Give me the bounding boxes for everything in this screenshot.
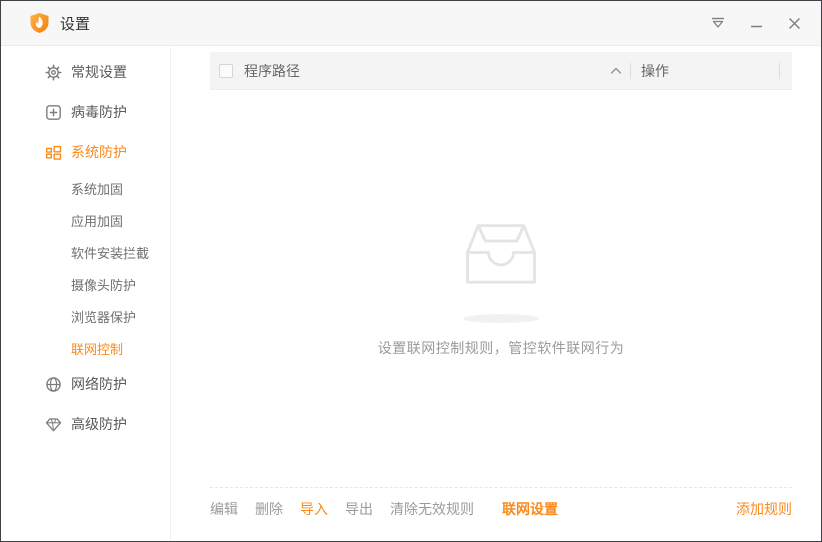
sidebar-item-network-protection[interactable]: 网络防护	[1, 364, 170, 404]
window-title: 设置	[60, 15, 91, 33]
plus-square-icon	[45, 104, 62, 121]
sidebar-item-label: 系统防护	[71, 144, 127, 160]
sidebar-subitem-label: 浏览器保护	[71, 309, 137, 325]
column-header-program-path: 程序路径	[244, 62, 300, 79]
sidebar-subitem-system-hardening[interactable]: 系统加固	[1, 172, 170, 204]
sidebar-item-label: 常规设置	[71, 64, 127, 80]
sidebar-subitem-label: 系统加固	[71, 181, 124, 197]
sidebar-subitem-label: 软件安装拦截	[71, 245, 150, 261]
chevron-up-icon[interactable]	[610, 66, 622, 76]
sidebar-item-label: 高级防护	[71, 416, 127, 432]
rules-table-header: 程序路径 操作	[210, 52, 792, 90]
sidebar-item-label: 病毒防护	[71, 104, 127, 120]
main-menu-icon[interactable]	[703, 9, 733, 37]
sidebar: 常规设置 病毒防护 系统防护 系统加固 应用加固 软件安装拦截 摄像头防护 浏览…	[1, 46, 171, 541]
delete-button[interactable]: 删除	[255, 499, 283, 519]
import-button[interactable]: 导入	[300, 499, 328, 519]
settings-window: 设置 常规设置 病毒防护 系统防护 系统加固 应用加固 软件安装拦截 摄像头防护…	[0, 0, 822, 542]
network-settings-button[interactable]: 联网设置	[502, 499, 558, 519]
sidebar-subitem-software-install-block[interactable]: 软件安装拦截	[1, 236, 170, 268]
sidebar-item-label: 网络防护	[71, 376, 127, 392]
layout-grid-icon	[45, 144, 62, 161]
column-header-action: 操作	[641, 62, 669, 79]
sidebar-subitem-label: 摄像头防护	[71, 277, 137, 293]
empty-state-message: 设置联网控制规则，管控软件联网行为	[377, 340, 625, 356]
empty-state: 设置联网控制规则，管控软件联网行为	[210, 90, 792, 487]
titlebar: 设置	[1, 1, 821, 46]
sidebar-subitem-app-hardening[interactable]: 应用加固	[1, 204, 170, 236]
diamond-icon	[45, 416, 62, 433]
empty-inbox-icon	[457, 219, 545, 286]
clear-invalid-rules-button[interactable]: 清除无效规则	[390, 499, 474, 519]
minimize-icon[interactable]	[741, 9, 771, 37]
close-icon[interactable]	[779, 9, 809, 37]
sidebar-subitem-network-control[interactable]: 联网控制	[1, 332, 170, 364]
gear-icon	[45, 63, 62, 81]
sidebar-subitem-browser-protection[interactable]: 浏览器保护	[1, 300, 170, 332]
sidebar-item-virus-protection[interactable]: 病毒防护	[1, 92, 170, 132]
sidebar-item-general-settings[interactable]: 常规设置	[1, 52, 170, 92]
empty-icon-shadow	[463, 314, 539, 323]
huorong-shield-logo-icon	[29, 12, 50, 34]
sidebar-subitem-label: 应用加固	[71, 213, 124, 229]
main-panel: 程序路径 操作 设置联网控制规则，管控软件联网行为 编辑 删除 导入 导出 清除…	[171, 46, 821, 541]
sidebar-subitem-camera-protection[interactable]: 摄像头防护	[1, 268, 170, 300]
select-all-checkbox[interactable]	[219, 63, 233, 78]
column-divider	[779, 62, 780, 79]
sidebar-subitem-label: 联网控制	[71, 341, 124, 357]
globe-icon	[45, 376, 62, 393]
sidebar-item-advanced-protection[interactable]: 高级防护	[1, 404, 170, 444]
window-controls	[695, 9, 809, 37]
export-button[interactable]: 导出	[345, 499, 373, 519]
window-body: 常规设置 病毒防护 系统防护 系统加固 应用加固 软件安装拦截 摄像头防护 浏览…	[1, 46, 821, 541]
sidebar-item-system-protection[interactable]: 系统防护	[1, 132, 170, 172]
edit-button[interactable]: 编辑	[210, 499, 238, 519]
bottom-toolbar: 编辑 删除 导入 导出 清除无效规则 联网设置 添加规则	[210, 487, 792, 541]
add-rule-button[interactable]: 添加规则	[736, 499, 792, 519]
